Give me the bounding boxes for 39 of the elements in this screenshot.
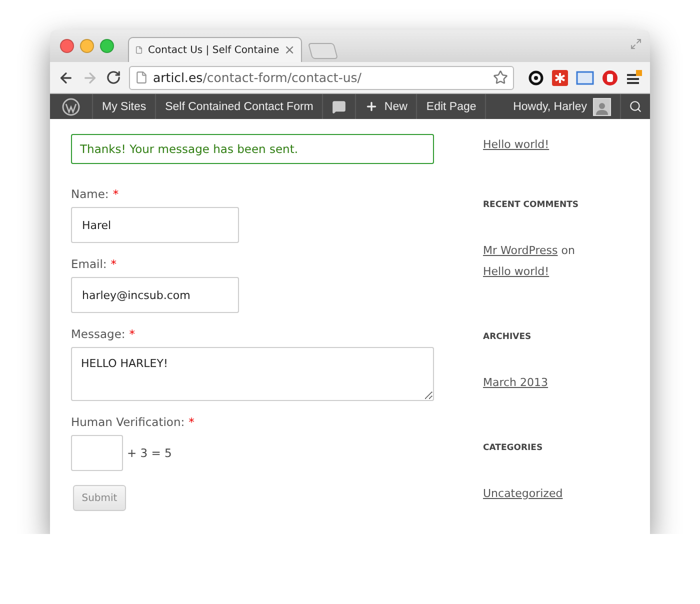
success-message: Thanks! Your message has been sent. <box>71 134 434 164</box>
field-label: Message: * <box>71 327 136 341</box>
admin-bar-item[interactable]: Edit Page <box>417 94 486 119</box>
admin-bar-item[interactable]: My Sites <box>93 94 156 119</box>
browser-tab[interactable]: Contact Us | Self Containe × <box>128 37 302 62</box>
equation-text: + 3 = 5 <box>127 446 172 460</box>
back-icon[interactable] <box>58 70 74 86</box>
input-field[interactable]: harley@incsub.com <box>71 277 239 313</box>
comment-text: Mr WordPress on Hello world! <box>483 243 576 280</box>
field-label: Name: * <box>71 187 120 201</box>
tab-close-button[interactable]: × <box>284 42 295 58</box>
new-menu-item[interactable]: New <box>356 94 418 119</box>
address-bar[interactable]: articl.es/contact-form/contact-us/ <box>129 66 514 90</box>
menu-icon[interactable] <box>626 70 642 86</box>
user-menu-item[interactable]: Howdy, Harley <box>504 94 621 119</box>
post-link[interactable]: Hello world! <box>483 138 550 151</box>
page-icon <box>135 71 148 84</box>
zoom-window-icon[interactable] <box>100 39 114 53</box>
input-field[interactable]: Harel <box>71 207 239 243</box>
page-icon <box>135 44 144 56</box>
bookmark-star-icon[interactable] <box>493 70 508 85</box>
asterisk-extension-icon[interactable] <box>552 70 568 86</box>
category-link[interactable]: Uncategorized <box>483 487 563 500</box>
admin-bar-item[interactable]: Self Contained Contact Form <box>156 94 324 119</box>
field-label: Human Verification: * <box>71 415 196 429</box>
plus-icon <box>365 100 378 113</box>
widget-heading: CATEGORIES <box>483 443 544 453</box>
archive-link[interactable]: March 2013 <box>483 376 548 389</box>
avatar-icon <box>593 98 611 116</box>
widget-heading: RECENT COMMENTS <box>483 200 580 210</box>
widget-heading: ARCHIVES <box>483 332 532 342</box>
close-window-icon[interactable] <box>60 39 74 53</box>
window-extension-icon[interactable] <box>576 70 594 84</box>
field-label: Email: * <box>71 257 118 271</box>
message-field[interactable]: HELLO HARLEY! <box>71 347 434 401</box>
author-link[interactable]: Mr WordPress <box>483 244 558 257</box>
post-link[interactable]: Hello world! <box>483 265 550 278</box>
reload-icon[interactable] <box>106 70 121 85</box>
answer-field[interactable] <box>71 435 123 471</box>
